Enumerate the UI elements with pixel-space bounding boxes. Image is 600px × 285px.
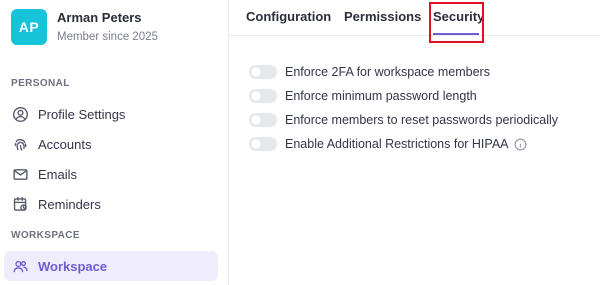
option-label: Enforce members to reset passwords perio…	[285, 113, 559, 127]
option-label: Enforce minimum password length	[285, 89, 477, 103]
option-enforce-2fa[interactable]: Enforce 2FA for workspace members	[249, 63, 490, 81]
option-label: Enable Additional Restrictions for HIPAA	[285, 137, 509, 151]
toggle-switch[interactable]	[249, 113, 277, 127]
fingerprint-icon	[11, 135, 29, 153]
sidebar-item-accounts[interactable]: Accounts	[4, 129, 218, 159]
users-icon	[11, 257, 29, 275]
tab-permissions[interactable]: Permissions	[344, 9, 421, 24]
profile-header[interactable]: AP Arman Peters Member since 2025	[11, 9, 158, 45]
option-min-password-length[interactable]: Enforce minimum password length	[249, 87, 477, 105]
option-label: Enforce 2FA for workspace members	[285, 65, 490, 79]
sidebar-item-profile-settings[interactable]: Profile Settings	[4, 99, 218, 129]
option-hipaa-restrictions[interactable]: Enable Additional Restrictions for HIPAA	[249, 135, 527, 153]
sidebar-item-label: Reminders	[38, 196, 101, 212]
avatar: AP	[11, 9, 47, 45]
section-label-personal: PERSONAL	[11, 78, 70, 89]
sidebar-item-label: Accounts	[38, 136, 92, 152]
toggle-switch[interactable]	[249, 89, 277, 103]
sidebar-item-workspace[interactable]: Workspace	[4, 251, 218, 281]
option-reset-passwords[interactable]: Enforce members to reset passwords perio…	[249, 111, 558, 129]
profile-name: Arman Peters	[57, 9, 142, 25]
sidebar-item-label: Profile Settings	[38, 106, 126, 122]
sidebar-item-label: Workspace	[38, 258, 108, 274]
sidebar-item-label: Emails	[38, 166, 78, 182]
profile-member-since: Member since 2025	[57, 30, 158, 43]
highlight-box	[429, 2, 484, 43]
profile-text: Arman Peters Member since 2025	[57, 10, 158, 45]
tab-configuration[interactable]: Configuration	[246, 9, 331, 24]
toggle-switch[interactable]	[249, 65, 277, 79]
info-icon[interactable]	[514, 138, 527, 151]
section-label-workspace: WORKSPACE	[11, 230, 80, 241]
toggle-switch[interactable]	[249, 137, 277, 151]
sidebar-item-emails[interactable]: Emails	[4, 159, 218, 189]
sidebar-item-reminders[interactable]: Reminders	[4, 189, 218, 219]
calendar-clock-icon	[11, 195, 29, 213]
sidebar: AP Arman Peters Member since 2025 PERSON…	[0, 0, 229, 285]
mail-icon	[11, 165, 29, 183]
user-circle-icon	[11, 105, 29, 123]
